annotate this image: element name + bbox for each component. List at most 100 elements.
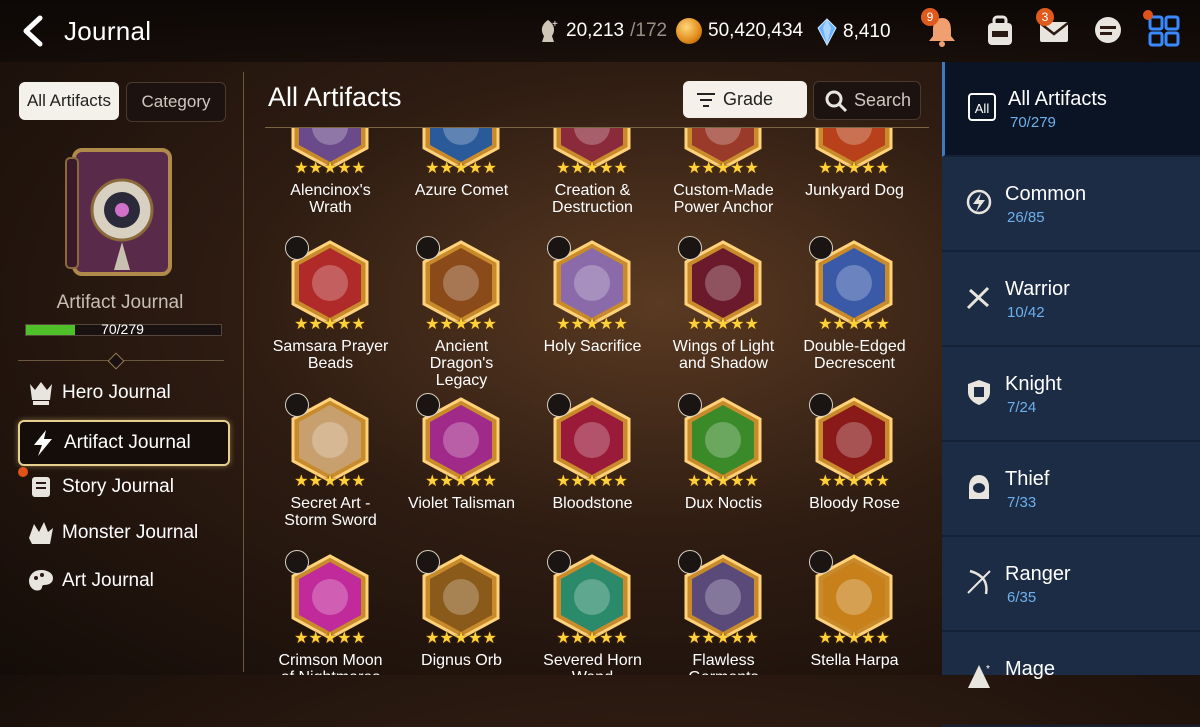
star-icon: ★ xyxy=(482,473,497,490)
artifact-card[interactable]: ★ ★ ★ ★ ★ Dux Noctis xyxy=(658,383,789,543)
nav-hero-journal[interactable]: Hero Journal xyxy=(18,372,226,414)
artifact-card[interactable]: ★ ★ ★ ★ ★ Wings of Light and Shadow xyxy=(658,226,789,386)
artifact-card[interactable]: ★ ★ ★ ★ ★ Bloodstone xyxy=(527,383,658,543)
star-icon: ★ xyxy=(861,316,876,333)
nav-story-journal[interactable]: Story Journal xyxy=(18,466,226,508)
star-icon: ★ xyxy=(744,316,759,333)
mail-badge: 3 xyxy=(1036,8,1054,26)
stamina-display[interactable]: + 20,213/172 xyxy=(536,18,667,44)
category-count: 70/279 xyxy=(1010,114,1056,131)
thief-icon xyxy=(969,475,989,499)
star-icon: ★ xyxy=(584,630,600,647)
star-icon: ★ xyxy=(687,630,702,647)
search-button[interactable]: Search xyxy=(813,81,921,120)
star-icon: ★ xyxy=(337,160,352,177)
grade-label: Grade xyxy=(723,89,774,109)
artifact-journal-book-icon xyxy=(65,148,172,276)
star-icon: ★ xyxy=(570,160,585,177)
gold-display[interactable]: 50,420,434 xyxy=(676,18,803,44)
star-icon: ★ xyxy=(482,630,497,647)
tab-all-artifacts[interactable]: All Artifacts xyxy=(19,82,119,120)
category-label: Knight xyxy=(1005,373,1062,395)
category-item[interactable]: Thief 7/33 xyxy=(942,442,1200,537)
artifact-card[interactable]: ★ ★ ★ ★ ★ Ancient Dragon's Legacy xyxy=(396,226,527,389)
artifact-card[interactable]: ★ ★ ★ ★ ★ Bloody Rose xyxy=(789,383,920,543)
category-panel: All All Artifacts 70/279 Common 26/85 Warrior… xyxy=(942,62,1200,727)
nav-label: Hero Journal xyxy=(62,382,171,403)
star-icon: ★ xyxy=(832,316,847,333)
artifact-card[interactable]: ★ ★ ★ ★ ★ Double-Edged Decrescent xyxy=(789,226,920,386)
artifact-stars: ★ ★ ★ ★ ★ xyxy=(552,317,632,333)
page-title: Journal xyxy=(64,16,152,46)
artifact-card[interactable]: ★ ★ ★ ★ ★ Custom-Made Power Anchor xyxy=(658,128,789,230)
star-icon: ★ xyxy=(861,473,876,490)
artifact-class-icon xyxy=(285,550,309,574)
artifact-stars: ★ ★ ★ ★ ★ xyxy=(290,474,370,490)
artifact-class-icon xyxy=(285,393,309,417)
star-icon: ★ xyxy=(468,316,483,333)
category-item[interactable]: Ranger 6/35 xyxy=(942,537,1200,632)
star-icon: ★ xyxy=(701,316,716,333)
star-icon: ★ xyxy=(425,160,440,177)
star-icon: ★ xyxy=(439,630,454,647)
artifact-card[interactable]: ★ ★ ★ ★ ★ Dignus Orb xyxy=(396,540,527,675)
artifact-class-icon xyxy=(809,550,833,574)
artifact-name: Wings of Light and Shadow xyxy=(672,338,775,372)
artifact-card[interactable]: ★ ★ ★ ★ ★ Azure Comet xyxy=(396,128,527,230)
star-icon: ★ xyxy=(468,630,483,647)
nav-label: Artifact Journal xyxy=(64,432,191,453)
star-icon: ★ xyxy=(818,316,833,333)
star-icon: ★ xyxy=(715,316,731,333)
star-icon: ★ xyxy=(730,473,745,490)
gold-value: 50,420,434 xyxy=(708,20,804,41)
all-icon: All xyxy=(968,93,996,121)
artifact-card[interactable]: ★ ★ ★ ★ ★ Creation & Destruction xyxy=(527,128,658,230)
artifact-card[interactable]: ★ ★ ★ ★ ★ Samsara Prayer Beads xyxy=(265,226,396,386)
category-item[interactable]: Knight 7/24 xyxy=(942,347,1200,442)
notification-badge: 9 xyxy=(921,8,939,26)
artifact-stars: ★ ★ ★ ★ ★ xyxy=(814,317,894,333)
nav-art-journal[interactable]: Art Journal xyxy=(18,560,226,602)
star-icon: ★ xyxy=(294,316,309,333)
category-item[interactable]: Warrior 10/42 xyxy=(942,252,1200,347)
star-icon: ★ xyxy=(468,473,483,490)
nav-artifact-journal[interactable]: Artifact Journal xyxy=(18,420,230,466)
star-icon: ★ xyxy=(818,630,833,647)
artifact-card[interactable]: ★ ★ ★ ★ ★ Holy Sacrifice xyxy=(527,226,658,386)
artifact-stars: ★ ★ ★ ★ ★ xyxy=(290,317,370,333)
artifact-card[interactable]: ★★★★★Flawless Garments xyxy=(658,540,789,675)
artifact-stars: ★ ★ ★ ★ ★ xyxy=(290,631,370,647)
star-icon: ★ xyxy=(337,316,352,333)
top-bar: Journal + 20,213/172 50,420,434 8,410 9 … xyxy=(0,0,1200,62)
back-arrow-icon[interactable] xyxy=(18,14,52,48)
category-label: Mage xyxy=(1005,658,1056,680)
artifact-card[interactable]: ★ ★ ★ ★ ★ Junkyard Dog xyxy=(789,128,920,230)
star-icon: ★ xyxy=(715,630,731,647)
category-item[interactable]: * Mage xyxy=(942,632,1200,727)
artifact-card[interactable]: ★ ★ ★ ★ ★ Stella Harpa xyxy=(789,540,920,675)
artifact-card[interactable]: ★★★★★Severed Horn Wand xyxy=(527,540,658,675)
category-item[interactable]: Common 26/85 xyxy=(942,157,1200,252)
chat-icon[interactable] xyxy=(1090,13,1126,49)
artifact-name: Azure Comet xyxy=(414,182,509,199)
backpack-icon[interactable] xyxy=(982,13,1018,49)
artifact-stars: ★ ★ ★ ★ ★ xyxy=(814,161,894,177)
artifact-card[interactable]: ★ ★ ★ ★ ★ Secret Art - Storm Sword xyxy=(265,383,396,543)
star-icon: ★ xyxy=(294,630,309,647)
artifact-card[interactable]: ★ ★ ★ ★ ★ Violet Talisman xyxy=(396,383,527,543)
grade-sort-button[interactable]: Grade xyxy=(683,81,807,118)
star-icon: ★ xyxy=(584,473,600,490)
category-label: Common xyxy=(1005,183,1087,205)
search-label: Search xyxy=(854,90,912,110)
star-icon: ★ xyxy=(744,160,759,177)
crystal-display[interactable]: 8,410 xyxy=(817,18,891,46)
artifact-card[interactable]: ★ ★ ★ ★ ★ Alencinox's Wrath xyxy=(265,128,396,230)
nav-monster-journal[interactable]: Monster Journal xyxy=(18,512,226,554)
category-item[interactable]: All All Artifacts 70/279 xyxy=(942,62,1200,157)
star-icon: ★ xyxy=(846,160,862,177)
artifact-card[interactable]: ★★★★★Crimson Moon of Nightmares xyxy=(265,540,396,675)
star-icon: ★ xyxy=(613,630,628,647)
star-icon: ★ xyxy=(687,316,702,333)
star-icon: ★ xyxy=(832,160,847,177)
tab-category[interactable]: Category xyxy=(126,82,226,122)
